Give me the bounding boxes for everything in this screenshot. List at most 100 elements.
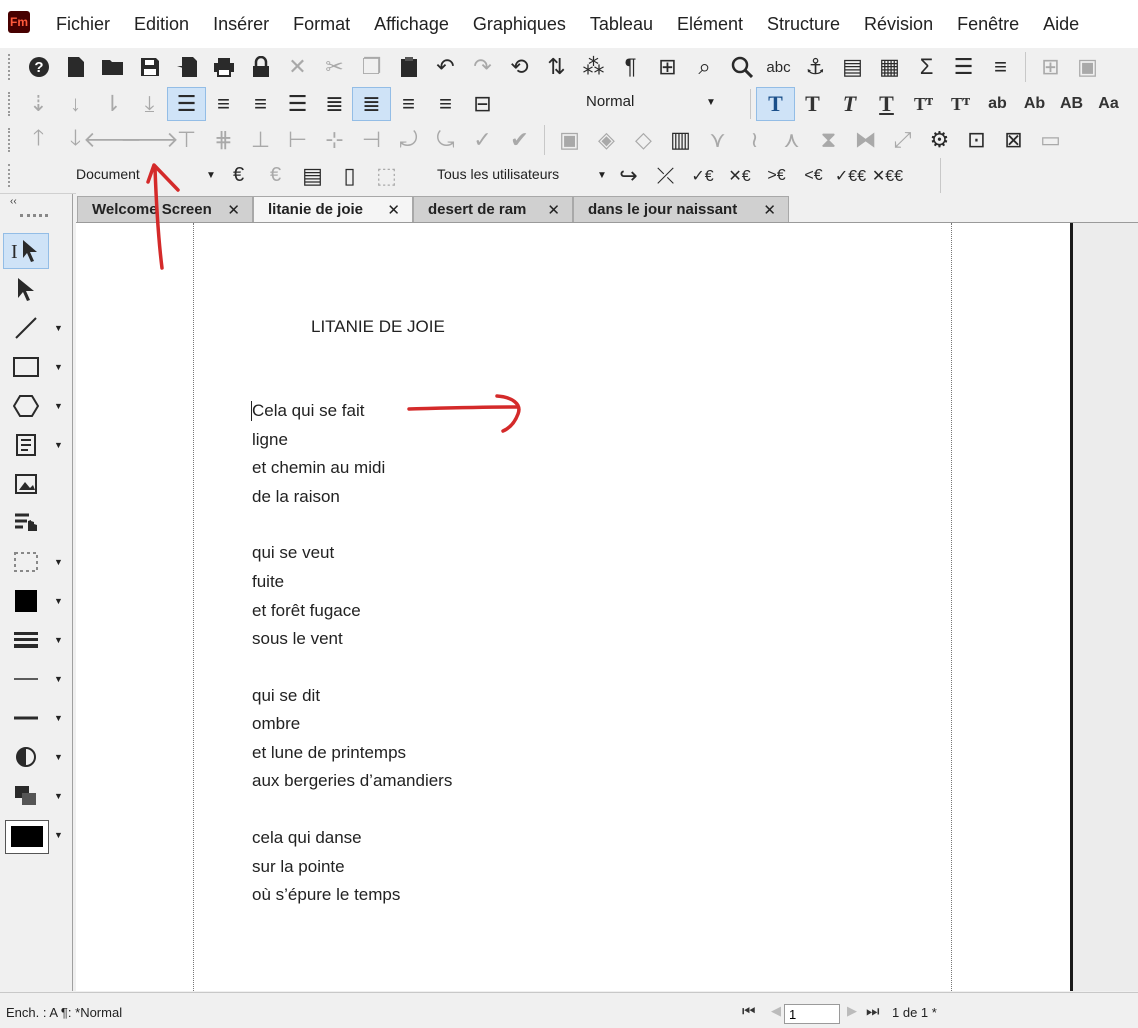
flip-vertical-icon[interactable]: ⧗ xyxy=(810,124,847,156)
reshape-icon[interactable]: ⋎ xyxy=(699,124,736,156)
object-select-tool[interactable] xyxy=(4,272,48,306)
line-spacing-wider-icon[interactable]: ≡ xyxy=(427,88,464,120)
rotate-right-icon[interactable]: ⤾ xyxy=(390,124,427,156)
page-number-input[interactable] xyxy=(784,1004,840,1024)
chevron-down-icon[interactable]: ▼ xyxy=(54,635,63,645)
chevron-down-icon[interactable]: ▼ xyxy=(54,674,63,684)
selection-marquee-tool[interactable] xyxy=(4,545,48,579)
poem-line[interactable]: Cela qui se fait xyxy=(252,401,364,421)
reject-change-icon[interactable]: ✕€ xyxy=(721,160,758,192)
character-catalog-icon[interactable]: ⁂ xyxy=(575,51,612,83)
snap-icon[interactable]: ⊡ xyxy=(958,124,995,156)
menu-revision[interactable]: Révision xyxy=(852,14,945,35)
menu-inserer[interactable]: Insérer xyxy=(201,14,281,35)
polygon-tool[interactable] xyxy=(4,389,48,423)
menu-element[interactable]: Elément xyxy=(665,14,755,35)
menu-tableau[interactable]: Tableau xyxy=(578,14,665,35)
arrow-right-icon[interactable]: 🡒 xyxy=(120,124,179,156)
poem-line[interactable]: où s’épure le temps xyxy=(252,885,400,905)
new-document-icon[interactable] xyxy=(57,51,94,83)
underline-button[interactable]: T xyxy=(868,88,905,120)
menu-graphiques[interactable]: Graphiques xyxy=(461,14,578,35)
text-frame-tool[interactable] xyxy=(4,428,48,462)
layout-view-icon[interactable]: ▣ xyxy=(1069,51,1106,83)
save-icon[interactable] xyxy=(131,51,168,83)
plain-text-button[interactable]: T xyxy=(756,87,795,121)
document-title[interactable]: LITANIE DE JOIE xyxy=(311,317,445,337)
fill-color-swatch[interactable] xyxy=(4,584,48,618)
help-icon[interactable]: ? xyxy=(20,51,57,83)
chevron-down-icon[interactable]: ▼ xyxy=(54,440,63,450)
previous-change-icon[interactable]: <€ xyxy=(795,160,832,192)
poem-line[interactable]: cela qui danse xyxy=(252,828,362,848)
chevron-down-icon[interactable]: ▼ xyxy=(54,401,63,411)
poem-line[interactable]: ligne xyxy=(252,430,288,450)
document-scope-select[interactable]: Document ▼ xyxy=(76,166,216,186)
poem-line[interactable]: et chemin au midi xyxy=(252,458,385,478)
chevron-down-icon[interactable]: ▼ xyxy=(54,713,63,723)
chevron-down-icon[interactable]: ▼ xyxy=(54,830,63,840)
paragraph-style-select[interactable]: Normal ▼ xyxy=(586,92,718,114)
align-left-obj-icon[interactable]: ⊢ xyxy=(279,124,316,156)
italic-button[interactable]: T xyxy=(831,88,868,120)
align-middle-icon[interactable]: ⋕ xyxy=(205,124,242,156)
overprint-icon[interactable] xyxy=(4,779,48,813)
check-alt-icon[interactable]: ✔ xyxy=(501,124,538,156)
poem-line[interactable]: aux bergeries d’amandiers xyxy=(252,771,452,791)
chevron-down-icon[interactable]: ▼ xyxy=(54,752,63,762)
distribute-icon[interactable]: ▥ xyxy=(662,124,699,156)
subscript-button[interactable]: Tᵀ xyxy=(942,88,979,120)
tab-desert-de-ram[interactable]: desert de ram ✕ xyxy=(413,196,573,222)
chevron-down-icon[interactable]: ▼ xyxy=(54,596,63,606)
document-frame-icon[interactable]: ▤ xyxy=(834,51,871,83)
undo-icon[interactable]: ↶ xyxy=(427,51,464,83)
reject-next-icon[interactable]: ⤫ xyxy=(647,160,684,192)
line-spacing-custom-icon[interactable]: ⊟ xyxy=(464,88,501,120)
menu-structure[interactable]: Structure xyxy=(755,14,852,35)
close-icon[interactable]: ✕ xyxy=(763,201,776,219)
paste-icon[interactable] xyxy=(390,51,427,83)
pen-color-swatch[interactable] xyxy=(5,820,49,854)
grid-view-icon[interactable]: ⊞ xyxy=(1032,51,1069,83)
find-icon[interactable]: ⌕ xyxy=(686,51,723,83)
redo-icon[interactable]: ↷ xyxy=(464,51,501,83)
cut-icon[interactable]: ✂ xyxy=(316,51,353,83)
superscript-button[interactable]: Tᵀ xyxy=(905,88,942,120)
sigma-icon[interactable]: Σ xyxy=(908,51,945,83)
poem-line[interactable]: et forêt fugace xyxy=(252,601,361,621)
preview-original-icon[interactable]: ▯ xyxy=(331,160,368,192)
dash-style-tool[interactable] xyxy=(4,701,48,735)
menu-format[interactable]: Format xyxy=(281,14,362,35)
preview-off-icon[interactable]: ⬚ xyxy=(368,160,405,192)
group-icon[interactable]: ▣ xyxy=(551,124,588,156)
chevron-down-icon[interactable]: ▼ xyxy=(54,362,63,372)
line-spacing-tight-icon[interactable]: ≣ xyxy=(316,88,353,120)
last-page-icon[interactable]: ⏭ xyxy=(866,1003,880,1020)
lowercase-button[interactable]: ab xyxy=(979,88,1016,120)
align-bottom-icon[interactable]: ⊥ xyxy=(242,124,279,156)
line-tool[interactable] xyxy=(4,311,48,345)
next-page-icon[interactable]: ▶ xyxy=(847,1003,857,1019)
next-change-icon[interactable]: >€ xyxy=(758,160,795,192)
frame-icon[interactable]: ⊠ xyxy=(995,124,1032,156)
tint-icon[interactable] xyxy=(4,740,48,774)
chevron-down-icon[interactable]: ▼ xyxy=(54,323,63,333)
check-icon[interactable]: ✓ xyxy=(464,124,501,156)
spellcheck-icon[interactable]: abc xyxy=(760,51,797,83)
paragraph-catalog-icon[interactable]: ¶ xyxy=(612,51,649,83)
line-spacing-wide-icon[interactable]: ≡ xyxy=(390,88,427,120)
space-line-icon[interactable]: ⇂ xyxy=(94,88,131,120)
anchor-icon[interactable]: ⚓ xyxy=(797,51,834,83)
space-below-icon[interactable]: ↓ xyxy=(57,88,94,120)
rectangle-tool[interactable] xyxy=(4,350,48,384)
poem-line[interactable]: fuite xyxy=(252,572,284,592)
align-center-icon[interactable]: ≡ xyxy=(242,88,279,120)
tab-litanie-de-joie[interactable]: litanie de joie ✕ xyxy=(253,196,413,222)
scale-icon[interactable]: ⤢ xyxy=(884,124,921,156)
accept-all-icon[interactable]: ✓€€ xyxy=(832,160,869,192)
print-icon[interactable] xyxy=(205,51,242,83)
open-folder-icon[interactable] xyxy=(94,51,131,83)
hotspot-tool[interactable] xyxy=(4,506,48,540)
line-end-tool[interactable] xyxy=(4,662,48,696)
smallcaps-button[interactable]: Aa xyxy=(1090,88,1127,120)
